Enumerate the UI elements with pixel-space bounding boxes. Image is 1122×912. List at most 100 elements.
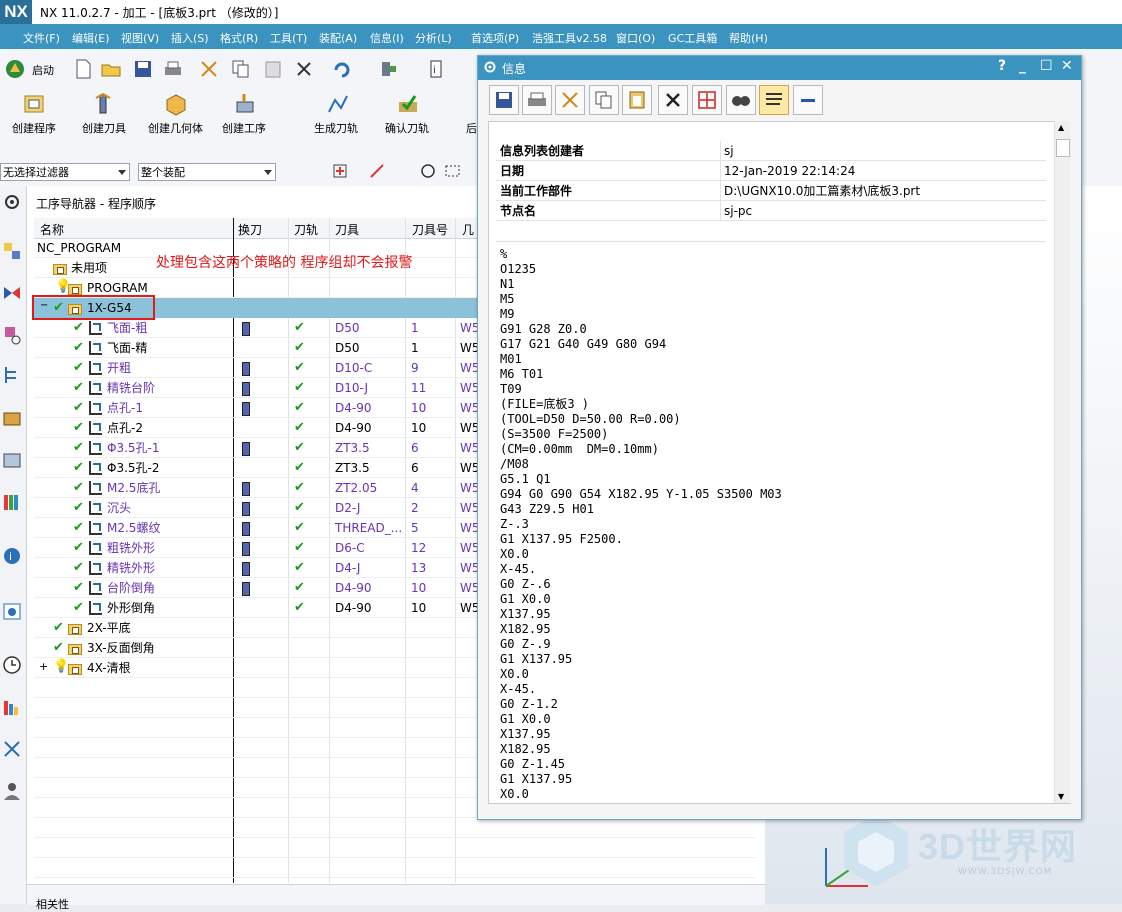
find-info-button[interactable] xyxy=(726,85,756,115)
cut-icon[interactable] xyxy=(198,58,220,80)
menu-format[interactable]: 格式(R) xyxy=(220,30,258,46)
paste-icon[interactable] xyxy=(262,58,284,80)
column-tool-number[interactable]: 刀具号 xyxy=(412,221,448,238)
info-dialog-titlebar[interactable] xyxy=(478,56,1081,80)
save-info-button[interactable] xyxy=(489,85,519,115)
menu-window[interactable]: 窗口(O) xyxy=(616,30,655,46)
menu-haoqiang[interactable]: 浩强工具v2.58 xyxy=(532,30,607,46)
locate-info-button[interactable] xyxy=(692,85,722,115)
maximize-button[interactable]: ☐ xyxy=(1040,58,1053,74)
info-row-value: sj xyxy=(724,144,734,158)
create-program-label[interactable]: 创建程序 xyxy=(12,120,56,136)
column-geometry[interactable]: 几 xyxy=(462,221,474,238)
menu-tools[interactable]: 工具(T) xyxy=(270,30,307,46)
create-program-icon[interactable] xyxy=(22,92,48,116)
part-navigator-icon[interactable] xyxy=(1,324,23,346)
delete-icon[interactable] xyxy=(293,58,315,80)
print-info-button[interactable] xyxy=(522,85,552,115)
column-tool-change[interactable]: 换刀 xyxy=(238,221,262,238)
scroll-up-arrow-icon[interactable]: ▲ xyxy=(1058,123,1064,132)
info-icon[interactable]: i xyxy=(426,58,448,80)
copy-info-button[interactable] xyxy=(589,85,619,115)
dependencies-label[interactable]: 相关性 xyxy=(36,896,69,912)
hd3d-tools-icon[interactable]: i xyxy=(1,545,23,567)
start-icon[interactable] xyxy=(4,58,26,80)
menu-help[interactable]: 帮助(H) xyxy=(729,30,768,46)
scrollbar-thumb[interactable] xyxy=(1056,139,1070,157)
print-icon[interactable] xyxy=(162,58,184,80)
column-toolpath[interactable]: 刀轨 xyxy=(294,221,318,238)
tree-root-nc-program[interactable]: NC_PROGRAM xyxy=(37,238,121,258)
post-process-label[interactable]: 后 xyxy=(466,120,477,136)
nc-code-line: M5 xyxy=(500,292,515,306)
nc-code-line: G0 Z-.6 xyxy=(500,577,551,591)
start-label[interactable]: 启动 xyxy=(32,62,54,78)
menu-edit[interactable]: 编辑(E) xyxy=(72,30,110,46)
save-icon[interactable] xyxy=(132,58,154,80)
settings-gear-icon[interactable] xyxy=(1,191,23,213)
column-name[interactable]: 名称 xyxy=(40,221,64,238)
command-finder-icon[interactable] xyxy=(378,58,400,80)
selection-filter-dropdown[interactable]: 无选择过滤器 xyxy=(0,163,130,181)
create-operation-label[interactable]: 创建工序 xyxy=(222,120,266,136)
menu-preferences[interactable]: 首选项(P) xyxy=(471,30,519,46)
point-snap-icon[interactable] xyxy=(367,161,389,183)
nc-code-line: (CM=0.00mm DM=0.10mm) xyxy=(500,442,659,456)
word-wrap-info-button[interactable] xyxy=(759,85,789,115)
collapse-info-button[interactable] xyxy=(793,85,823,115)
machine-tool-navigator-icon[interactable] xyxy=(1,407,23,429)
tree-unused-items[interactable]: 未用项 xyxy=(71,258,107,278)
menu-view[interactable]: 视图(V) xyxy=(121,30,159,46)
paste-info-button[interactable] xyxy=(622,85,652,115)
machining-feature-icon[interactable] xyxy=(1,449,23,471)
generate-toolpath-label[interactable]: 生成刀轨 xyxy=(314,120,358,136)
reuse-library-icon[interactable] xyxy=(1,491,23,513)
open-folder-icon[interactable] xyxy=(100,58,122,80)
new-file-icon[interactable] xyxy=(72,58,94,80)
verify-toolpath-icon[interactable] xyxy=(395,92,421,116)
scroll-down-arrow-icon[interactable]: ▼ xyxy=(1058,792,1064,801)
help-button[interactable]: ? xyxy=(998,58,1006,74)
operation-navigator-icon[interactable] xyxy=(1,364,23,386)
column-tool[interactable]: 刀具 xyxy=(335,221,359,238)
menu-insert[interactable]: 插入(S) xyxy=(171,30,209,46)
folder-icon xyxy=(53,264,67,275)
tree-group[interactable]: 3X-反面倒角 xyxy=(87,638,155,658)
menu-assembly[interactable]: 装配(A) xyxy=(319,30,357,46)
rect-select-icon[interactable] xyxy=(443,161,465,183)
web-browser-icon[interactable] xyxy=(1,600,23,622)
history-clock-icon[interactable] xyxy=(1,654,23,676)
nc-code-line: G1 X137.95 xyxy=(500,772,573,786)
roles-icon[interactable] xyxy=(1,780,23,802)
system-materials-icon[interactable] xyxy=(1,697,23,719)
create-geometry-icon[interactable] xyxy=(163,92,189,116)
assembly-scope-dropdown[interactable]: 整个装配 xyxy=(138,163,276,181)
minimize-button[interactable]: _ xyxy=(1019,58,1026,74)
svg-text:i: i xyxy=(433,65,436,76)
create-operation-icon[interactable] xyxy=(232,92,258,116)
menu-gc[interactable]: GC工具箱 xyxy=(668,30,717,46)
copy-icon[interactable] xyxy=(230,58,252,80)
snap-point-icon[interactable] xyxy=(330,161,352,183)
menu-analysis[interactable]: 分析(L) xyxy=(415,30,452,46)
assembly-navigator-icon[interactable] xyxy=(1,240,23,262)
expand-toggle-icon[interactable]: + xyxy=(39,660,48,673)
verify-toolpath-label[interactable]: 确认刀轨 xyxy=(385,120,429,136)
circle-select-icon[interactable] xyxy=(418,161,440,183)
process-studio-icon[interactable] xyxy=(1,738,23,760)
close-button[interactable]: ✕ xyxy=(1061,58,1073,74)
undo-icon[interactable] xyxy=(330,58,352,80)
tree-group[interactable]: 2X-平底 xyxy=(87,618,131,638)
cut-info-button[interactable] xyxy=(555,85,585,115)
delete-info-button[interactable] xyxy=(658,85,688,115)
menu-info[interactable]: 信息(I) xyxy=(370,30,404,46)
menu-file[interactable]: 文件(F) xyxy=(23,30,60,46)
generate-toolpath-icon[interactable] xyxy=(325,92,351,116)
nc-code-line: G94 G0 G90 G54 X182.95 Y-1.05 S3500 M03 xyxy=(500,487,782,501)
create-geometry-label[interactable]: 创建几何体 xyxy=(148,120,203,136)
constraint-navigator-icon[interactable] xyxy=(1,282,23,304)
info-scrollbar[interactable] xyxy=(1054,121,1071,803)
create-tool-icon[interactable] xyxy=(92,92,118,116)
create-tool-label[interactable]: 创建刀具 xyxy=(82,120,126,136)
tree-group[interactable]: 4X-清根 xyxy=(87,658,131,678)
